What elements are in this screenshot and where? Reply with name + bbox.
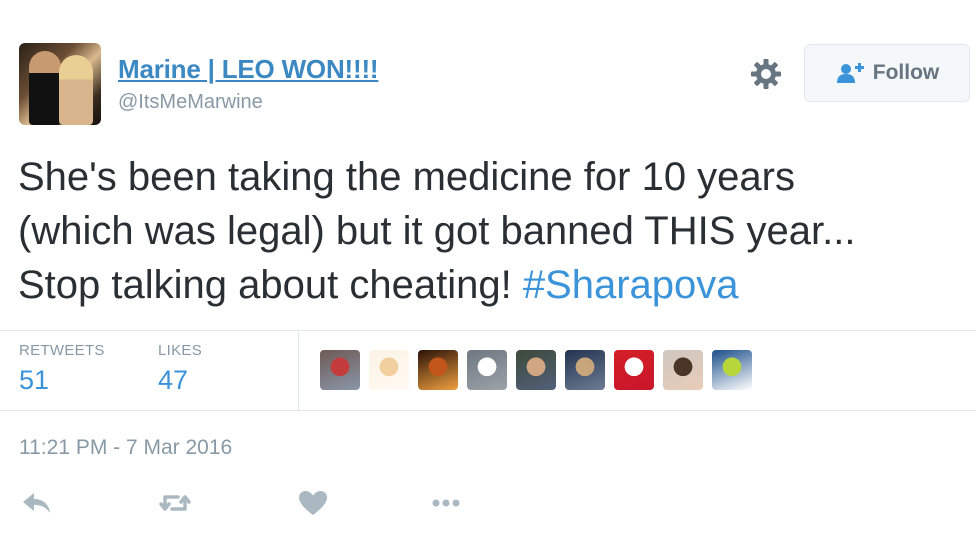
liker-avatar[interactable] — [418, 350, 458, 390]
retweets-count: 51 — [19, 365, 50, 395]
tweet-text: She's been taking the medicine for 10 ye… — [18, 150, 976, 312]
like-icon[interactable] — [296, 488, 330, 518]
tweet-line: Stop talking about cheating! #Sharapova — [18, 258, 976, 312]
follow-button[interactable]: Follow — [804, 44, 970, 102]
user-avatar[interactable] — [19, 43, 101, 125]
user-handle[interactable]: @ItsMeMarwine — [118, 91, 263, 114]
liker-avatar[interactable] — [516, 350, 556, 390]
divider — [0, 330, 976, 331]
avatar-figure-right — [59, 55, 93, 125]
likes-count: 47 — [158, 365, 189, 395]
liker-avatar[interactable] — [614, 350, 654, 390]
hashtag-link[interactable]: #Sharapova — [523, 263, 739, 307]
reply-icon[interactable] — [20, 488, 54, 518]
more-icon[interactable] — [429, 488, 463, 518]
liker-avatar[interactable] — [467, 350, 507, 390]
liker-avatar[interactable] — [320, 350, 360, 390]
tweet-timestamp[interactable]: 11:21 PM - 7 Mar 2016 — [19, 436, 232, 460]
retweets-label: RETWEETS — [19, 342, 105, 359]
user-display-name[interactable]: Marine | LEO WON!!!! — [118, 54, 379, 85]
divider — [0, 410, 976, 411]
follow-button-label: Follow — [872, 61, 940, 84]
likes-label: LIKES — [158, 342, 203, 359]
liker-avatar[interactable] — [565, 350, 605, 390]
tweet-line: She's been taking the medicine for 10 ye… — [18, 155, 795, 199]
liker-avatar[interactable] — [663, 350, 703, 390]
liker-avatar[interactable] — [369, 350, 409, 390]
likes-stat[interactable]: LIKES 47 — [158, 342, 202, 396]
add-user-icon — [836, 63, 864, 83]
avatar-figure-left — [29, 51, 61, 125]
gear-icon[interactable] — [748, 56, 784, 92]
retweet-icon[interactable] — [158, 488, 192, 518]
tweet-line-text: Stop talking about cheating! — [18, 263, 523, 307]
stats-divider — [298, 331, 299, 410]
retweets-stat[interactable]: RETWEETS 51 — [19, 342, 105, 396]
liker-avatar[interactable] — [712, 350, 752, 390]
tweet-line: (which was legal) but it got banned THIS… — [18, 209, 856, 253]
